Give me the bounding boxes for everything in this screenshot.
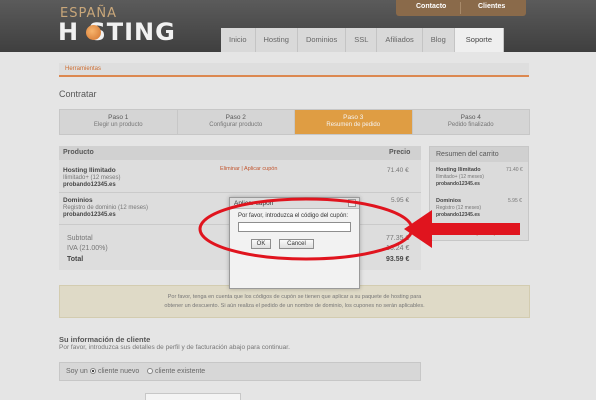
dialog-title: Aplicar cupón	[234, 200, 274, 207]
nav-soporte[interactable]: Soporte	[454, 28, 505, 52]
top-links: Contacto Clientes	[396, 0, 526, 16]
main-nav: Inicio Hosting Dominios SSL Afiliados Bl…	[221, 28, 505, 52]
logo-ball-icon	[86, 25, 101, 40]
nav-ssl[interactable]: SSL	[346, 28, 378, 52]
nav-afiliados[interactable]: Afiliados	[377, 28, 423, 52]
close-icon[interactable]: ×	[348, 199, 356, 207]
nav-hosting[interactable]: Hosting	[255, 28, 298, 52]
apply-coupon-dialog: Aplicar cupón × Por favor, introduzca el…	[229, 197, 360, 289]
site-header: ESPAÑA H STING Contacto Clientes Inicio …	[0, 0, 596, 52]
nav-blog[interactable]: Blog	[422, 28, 455, 52]
contacto-link[interactable]: Contacto	[416, 3, 446, 10]
nav-dominios[interactable]: Dominios	[297, 28, 347, 52]
dialog-titlebar: Aplicar cupón ×	[230, 198, 359, 209]
logo-main-text[interactable]: H STING	[58, 18, 176, 46]
top-links-divider	[460, 2, 461, 14]
clientes-link[interactable]: Clientes	[478, 3, 505, 10]
dialog-prompt: Por favor, introduzca el código del cupó…	[238, 213, 349, 219]
cancel-button[interactable]: Cancel	[279, 239, 314, 249]
nav-inicio[interactable]: Inicio	[221, 28, 256, 52]
coupon-code-input[interactable]	[238, 222, 351, 232]
ok-button[interactable]: OK	[251, 239, 271, 249]
